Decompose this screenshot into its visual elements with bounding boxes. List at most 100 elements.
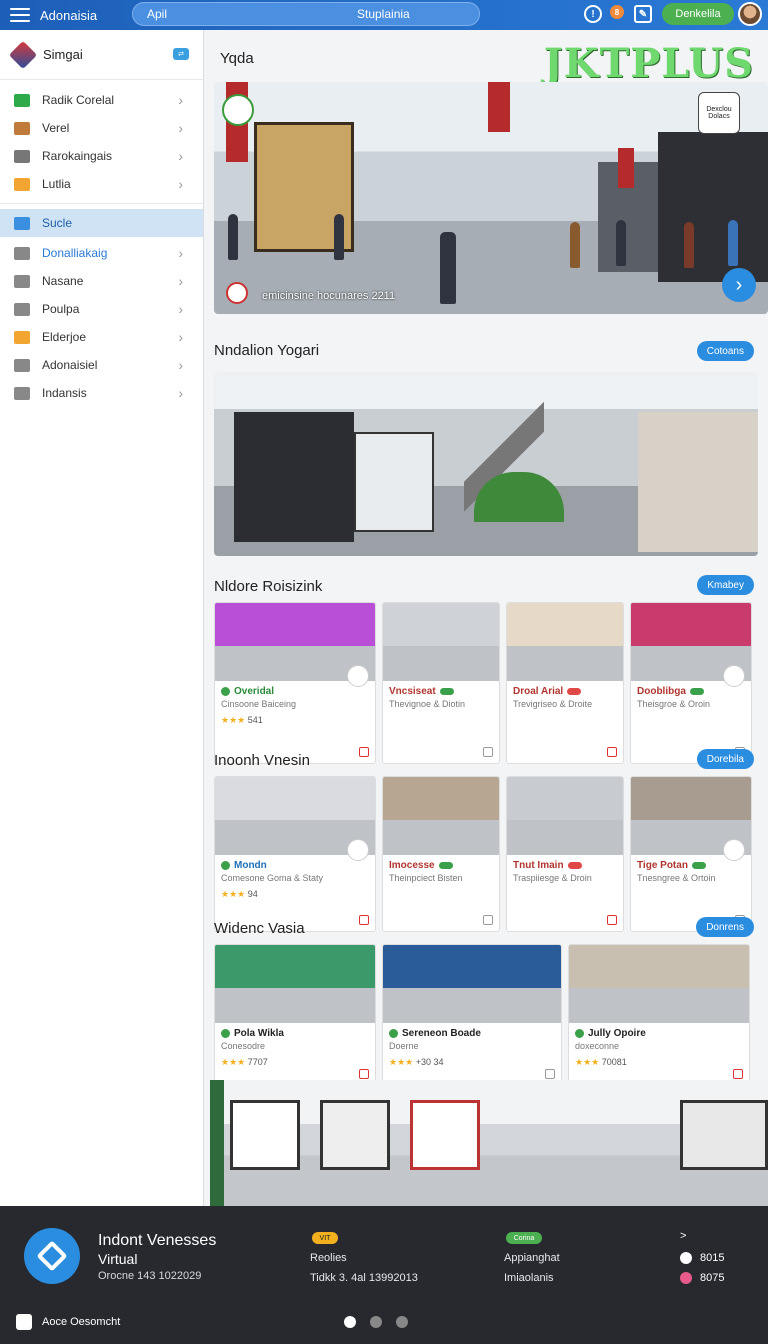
card-image — [383, 945, 561, 1023]
store-card[interactable]: Dooblibga Theisgroe & Oroin — [630, 602, 752, 764]
store-card[interactable]: Vncsiseat Thevignoe & Diotin — [382, 602, 500, 764]
store-card[interactable]: Tnut Imain Traspiiesge & Droin — [506, 776, 624, 932]
person-shape — [570, 222, 580, 268]
page-dot[interactable] — [370, 1316, 382, 1328]
edit-icon[interactable]: ✎ — [634, 5, 652, 23]
card-image — [507, 777, 623, 855]
footer-col2-b[interactable]: Imiaolanis — [504, 1272, 554, 1284]
bookmark-checkbox[interactable] — [359, 747, 369, 757]
app-title: Adonaisia — [40, 7, 98, 23]
bottom-mall-image[interactable] — [210, 1080, 768, 1206]
page-dot[interactable] — [396, 1316, 408, 1328]
check-icon — [221, 861, 230, 870]
card-subtitle: Doerne — [389, 1041, 419, 1051]
section-title: Nndalion Yogari — [214, 342, 320, 359]
page-dot[interactable] — [344, 1316, 356, 1328]
bookmark-checkbox[interactable] — [359, 1069, 369, 1079]
sidebar-item[interactable]: Adonaisiel › — [0, 351, 203, 379]
page-title: Yqda — [220, 50, 254, 67]
store-front-shape — [320, 1100, 390, 1170]
card-image — [507, 603, 623, 681]
next-arrow-button[interactable]: › — [722, 268, 756, 302]
footer-logo-icon[interactable] — [24, 1228, 80, 1284]
person-shape — [334, 214, 344, 260]
sidebar-item-label: Indansis — [42, 386, 87, 400]
banner-shape — [618, 148, 634, 188]
store-card[interactable]: Pola Wikla Conesodre ★★★ 7707 — [214, 944, 376, 1086]
store-card[interactable]: Tige Potan Tnesngree & Ortoin — [630, 776, 752, 932]
store-card[interactable]: Imocesse Theinpciect Bisten — [382, 776, 500, 932]
search-bar[interactable]: Apil Stuplainia — [132, 2, 480, 26]
pagination-dots[interactable] — [344, 1316, 408, 1328]
section-more-button[interactable]: Donrens — [696, 917, 754, 937]
person-shape — [728, 220, 738, 266]
store-front-shape — [658, 132, 768, 282]
sidebar-item[interactable]: Rarokaingais › — [0, 142, 203, 170]
card-action-icon[interactable] — [723, 665, 745, 687]
nav-item-icon — [14, 177, 30, 191]
footer-col2-a[interactable]: Appianghat — [504, 1252, 560, 1264]
chevron-right-icon[interactable]: > — [680, 1230, 686, 1242]
section-more-button[interactable]: Kmabey — [697, 575, 754, 595]
section-title: Widenc Vasia — [214, 920, 305, 937]
nav-item-icon — [14, 274, 30, 288]
watermark-logo: JKTPLUS — [543, 40, 754, 87]
footer-home-link[interactable]: Aoce Oesomcht — [16, 1314, 120, 1330]
sidebar-item[interactable]: Lutlia › — [0, 170, 203, 198]
footer-stat-value: 8015 — [700, 1252, 725, 1264]
bookmark-checkbox[interactable] — [607, 747, 617, 757]
info-icon[interactable]: ! 8 — [584, 5, 624, 23]
rating-stars-icon: ★★★ — [575, 1057, 602, 1067]
section-more-button[interactable]: Cotoans — [696, 341, 754, 361]
chevron-right-icon: › — [178, 148, 183, 164]
card-title-row: Imocesse — [383, 855, 499, 871]
store-card[interactable]: Mondn Comesone Goma & Staty ★★★ 94 — [214, 776, 376, 932]
chevron-right-icon: › — [178, 92, 183, 108]
hero-image[interactable]: Dexclou Dolacs emicinsine hocunares 2211… — [214, 82, 768, 314]
sidebar-item[interactable]: Radik Corelal › — [0, 86, 203, 114]
store-card[interactable]: Droal Arial Trevigriseo & Droite — [506, 602, 624, 764]
bookmark-checkbox[interactable] — [545, 1069, 555, 1079]
toggle-icon[interactable]: ⇄ — [173, 48, 189, 60]
sidebar-item[interactable]: Elderjoe › — [0, 323, 203, 351]
store-front-shape — [680, 1100, 768, 1170]
sidebar-item[interactable]: Donalliakaig › — [0, 239, 203, 267]
nav-item-icon — [14, 149, 30, 163]
store-logo-icon — [226, 282, 248, 304]
section-more-button[interactable]: Dorebila — [696, 749, 754, 769]
card-meta — [507, 883, 623, 889]
card-action-icon[interactable] — [347, 665, 369, 687]
store-card[interactable]: Overidal Cinsoone Baiceing ★★★ 541 — [214, 602, 376, 764]
sidebar-item-active[interactable]: Sucle — [0, 209, 203, 237]
sidebar-item[interactable]: Verel › — [0, 114, 203, 142]
card-title: Sereneon Boade — [402, 1028, 481, 1039]
footer-meta: Orocne 143 1022029 — [98, 1270, 202, 1282]
footer-col1-a[interactable]: Reolies — [310, 1252, 347, 1264]
menu-icon[interactable] — [10, 8, 30, 22]
avatar[interactable] — [738, 2, 762, 26]
card-action-icon[interactable] — [347, 839, 369, 861]
card-subtitle: Comesone Goma & Staty — [221, 873, 324, 883]
card-meta — [383, 709, 499, 715]
bookmark-checkbox[interactable] — [483, 747, 493, 757]
sidebar-item[interactable]: Indansis › — [0, 379, 203, 407]
sidebar-item[interactable]: Nasane › — [0, 267, 203, 295]
status-badge — [567, 688, 582, 695]
sidebar-item-label: Nasane — [42, 274, 84, 288]
chevron-right-icon: › — [178, 357, 183, 373]
store-card[interactable]: Jully Opoire doxeconne ★★★ 70081 — [568, 944, 750, 1086]
featured-mall-image[interactable] — [214, 372, 758, 556]
chevron-right-icon: › — [178, 120, 183, 136]
search-left-label: Apil — [147, 7, 168, 21]
person-shape — [684, 222, 694, 268]
bookmark-checkbox[interactable] — [607, 915, 617, 925]
card-action-icon[interactable] — [723, 839, 745, 861]
bookmark-checkbox[interactable] — [359, 915, 369, 925]
bookmark-checkbox[interactable] — [733, 1069, 743, 1079]
sidebar-item[interactable]: Poulpa › — [0, 295, 203, 323]
store-card[interactable]: Sereneon Boade Doerne ★★★ +30 34 — [382, 944, 562, 1086]
bookmark-checkbox[interactable] — [483, 915, 493, 925]
card-meta: ★★★ 70081 — [569, 1051, 749, 1068]
top-bar: Adonaisia Apil Stuplainia ! 8 ✎ Denkelila — [0, 0, 768, 30]
user-pill-button[interactable]: Denkelila — [662, 3, 734, 25]
